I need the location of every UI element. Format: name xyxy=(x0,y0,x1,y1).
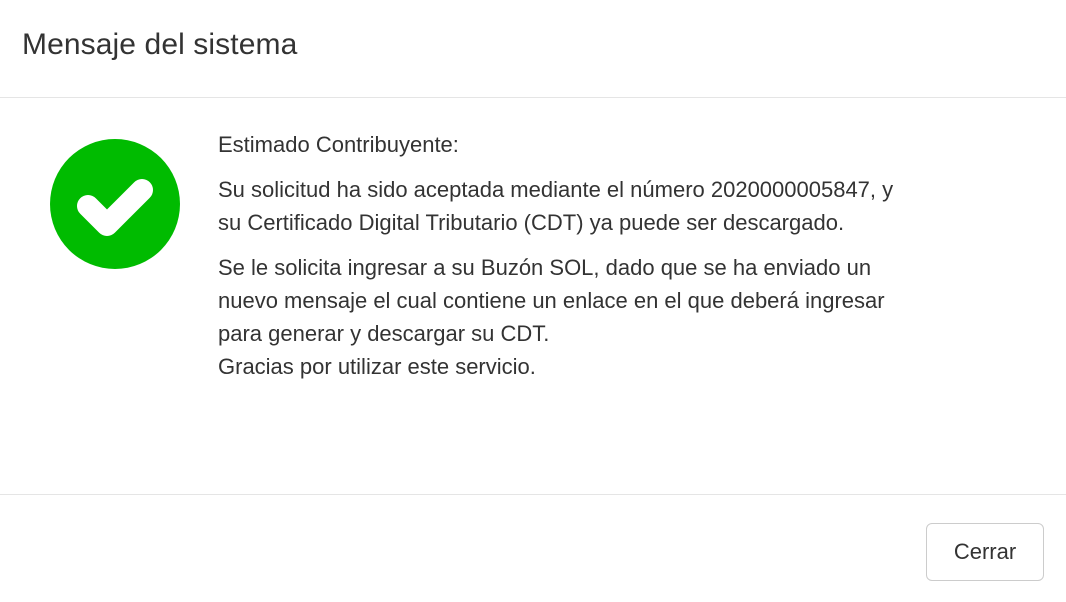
dialog-header: Mensaje del sistema xyxy=(0,0,1066,98)
check-circle-icon xyxy=(50,139,180,269)
acceptance-paragraph: Su solicitud ha sido aceptada mediante e… xyxy=(218,173,1038,239)
dialog-body: Estimado Contribuyente: Su solicitud ha … xyxy=(0,98,1066,494)
greeting-text: Estimado Contribuyente: xyxy=(218,132,459,157)
acceptance-line-2: su Certificado Digital Tributario (CDT) … xyxy=(218,210,845,235)
instruction-line-2: nuevo mensaje el cual contiene un enlace… xyxy=(218,288,885,313)
instruction-line-1: Se le solicita ingresar a su Buzón SOL, … xyxy=(218,255,872,280)
message-text: Estimado Contribuyente: Su solicitud ha … xyxy=(218,128,1038,395)
instruction-paragraph: Se le solicita ingresar a su Buzón SOL, … xyxy=(218,251,1038,383)
thanks-line: Gracias por utilizar este servicio. xyxy=(218,354,536,379)
close-button[interactable]: Cerrar xyxy=(926,523,1044,581)
acceptance-line-1: Su solicitud ha sido aceptada mediante e… xyxy=(218,177,894,202)
dialog-title: Mensaje del sistema xyxy=(22,28,298,61)
system-message-dialog: Mensaje del sistema Estimado Contribuyen… xyxy=(0,0,1066,602)
instruction-line-3: para generar y descargar su CDT. xyxy=(218,321,550,346)
dialog-footer: Cerrar xyxy=(0,494,1066,602)
